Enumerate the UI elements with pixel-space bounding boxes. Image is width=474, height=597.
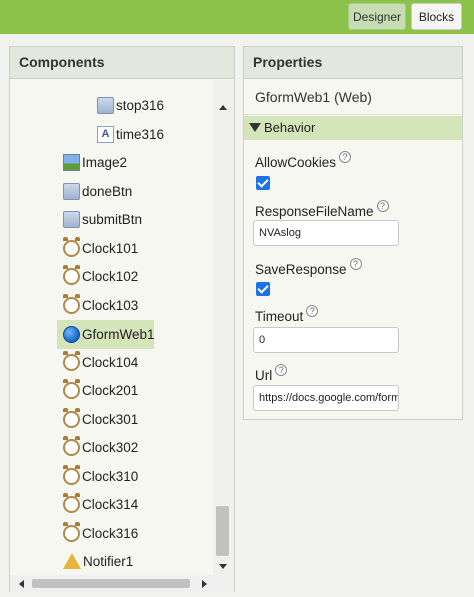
- allow-cookies-checkbox[interactable]: [256, 176, 270, 190]
- clock-icon: [63, 407, 80, 428]
- timeout-text: Timeout: [255, 309, 304, 324]
- components-panel: Components stop316 A time316 Image2 done…: [9, 46, 235, 592]
- tree-item-label: Notifier1: [83, 553, 134, 569]
- tree-item-label: Clock103: [82, 297, 139, 313]
- help-icon[interactable]: ?: [275, 364, 288, 376]
- button-icon: [63, 182, 80, 200]
- tree-item-clock310[interactable]: Clock310: [63, 464, 139, 487]
- tree-item-clock101[interactable]: Clock101: [63, 236, 139, 259]
- tree-item-clock104[interactable]: Clock104: [63, 350, 139, 373]
- tree-item-gformweb1[interactable]: GformWeb1: [57, 320, 155, 349]
- clock-icon: [63, 464, 80, 485]
- notifier-warning-icon: [63, 553, 81, 569]
- help-icon[interactable]: ?: [349, 258, 362, 270]
- tree-item-time316[interactable]: A time316: [97, 123, 164, 145]
- timeout-input[interactable]: 0: [253, 327, 399, 353]
- save-response-label: SaveResponse?: [255, 258, 362, 277]
- tree-item-clock314[interactable]: Clock314: [63, 492, 139, 515]
- button-icon: [63, 210, 80, 228]
- clock-icon: [63, 435, 80, 456]
- tree-item-donebtn[interactable]: doneBtn: [63, 180, 132, 202]
- tree-item-label: Clock104: [82, 354, 139, 370]
- tree-item-clock316[interactable]: Clock316: [63, 521, 139, 544]
- clock-icon: [63, 492, 80, 513]
- group-label: Behavior: [264, 120, 316, 135]
- tree-item-label: Clock201: [82, 382, 139, 398]
- clock-icon: [63, 236, 80, 257]
- tree-item-image2[interactable]: Image2: [63, 151, 127, 173]
- behavior-group-header[interactable]: Behavior: [244, 116, 462, 140]
- blocks-button[interactable]: Blocks: [411, 3, 462, 30]
- tree-item-label: Clock316: [82, 525, 139, 541]
- image-icon: [63, 153, 80, 171]
- allow-cookies-label: AllowCookies?: [255, 151, 352, 170]
- response-file-name-label: ResponseFileName?: [255, 200, 389, 219]
- component-tree: stop316 A time316 Image2 doneBtn submitB…: [10, 80, 212, 575]
- properties-panel-title: Properties: [244, 47, 462, 79]
- response-file-name-input[interactable]: NVAslog: [253, 220, 399, 246]
- tree-item-clock102[interactable]: Clock102: [63, 264, 139, 287]
- horizontal-scroll-thumb[interactable]: [32, 579, 190, 588]
- url-label: Url?: [255, 364, 288, 383]
- tree-item-clock201[interactable]: Clock201: [63, 378, 139, 401]
- scroll-left-icon[interactable]: [19, 580, 24, 588]
- url-text: Url: [255, 368, 273, 383]
- allow-cookies-text: AllowCookies: [255, 155, 337, 170]
- components-panel-title: Components: [10, 47, 234, 79]
- selected-component-name: GformWeb1 (Web): [244, 79, 462, 115]
- clock-icon: [63, 378, 80, 399]
- scroll-down-icon[interactable]: [219, 564, 227, 569]
- vertical-scroll-thumb[interactable]: [216, 506, 229, 556]
- horizontal-scrollbar[interactable]: [10, 575, 234, 592]
- tree-item-label: Clock301: [82, 411, 139, 427]
- tree-item-clock103[interactable]: Clock103: [63, 293, 139, 316]
- tree-item-label: Clock102: [82, 268, 139, 284]
- tree-item-label: Clock314: [82, 496, 139, 512]
- tree-item-clock301[interactable]: Clock301: [63, 407, 139, 430]
- properties-panel: Properties GformWeb1 (Web) Behavior Allo…: [243, 46, 463, 420]
- clock-icon: [63, 293, 80, 314]
- tree-item-label: GformWeb1: [82, 327, 155, 342]
- label-icon: A: [97, 125, 114, 143]
- scroll-up-icon[interactable]: [219, 105, 227, 110]
- save-response-checkbox[interactable]: [256, 282, 270, 296]
- tree-item-label: Clock302: [82, 439, 139, 455]
- tree-item-stop316[interactable]: stop316: [97, 94, 164, 116]
- tree-item-label: Image2: [82, 154, 128, 170]
- tree-item-label: doneBtn: [82, 183, 133, 199]
- clock-icon: [63, 350, 80, 371]
- collapse-triangle-icon: [249, 123, 261, 132]
- help-icon[interactable]: ?: [306, 305, 319, 317]
- help-icon[interactable]: ?: [339, 151, 352, 163]
- top-toolbar: Designer Blocks: [0, 0, 474, 34]
- tree-item-submitbtn[interactable]: submitBtn: [63, 208, 142, 230]
- tree-item-label: Clock310: [82, 468, 139, 484]
- tree-item-label: stop316: [116, 97, 165, 113]
- button-icon: [97, 96, 114, 114]
- tree-item-label: submitBtn: [82, 211, 143, 227]
- save-response-text: SaveResponse: [255, 262, 347, 277]
- timeout-label: Timeout?: [255, 305, 319, 324]
- vertical-scrollbar[interactable]: [213, 80, 234, 575]
- response-file-name-text: ResponseFileName: [255, 204, 374, 219]
- tree-item-label: Clock101: [82, 240, 139, 256]
- tree-item-notifier1[interactable]: Notifier1: [63, 550, 133, 572]
- help-icon[interactable]: ?: [376, 200, 389, 212]
- clock-icon: [63, 521, 80, 542]
- designer-button[interactable]: Designer: [348, 3, 406, 30]
- scroll-right-icon[interactable]: [202, 580, 207, 588]
- clock-icon: [63, 264, 80, 285]
- web-globe-icon: [63, 326, 80, 343]
- tree-item-label: time316: [116, 126, 165, 142]
- url-input[interactable]: https://docs.google.com/forms/: [253, 385, 399, 411]
- tree-item-clock302[interactable]: Clock302: [63, 435, 139, 458]
